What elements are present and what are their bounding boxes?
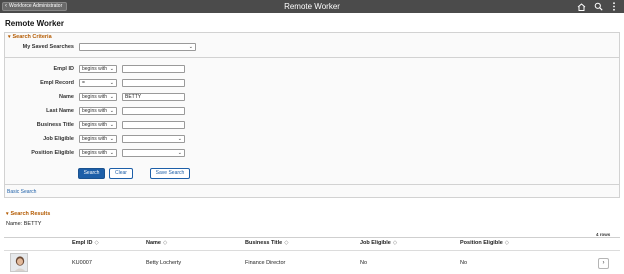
empl-record-operator[interactable]: = ⌄ [79,79,117,87]
sort-icon: ◇ [392,240,398,246]
saved-searches-select[interactable]: ⌄ [79,43,196,51]
column-header-business-title[interactable]: Business Title ◇ [245,240,288,246]
chevron-right-icon[interactable]: › [598,258,609,269]
job-eligible-select[interactable]: ⌄ [122,135,185,143]
job-eligible-operator-value: begins with [82,136,108,142]
search-button[interactable]: Search [78,168,105,179]
collapse-triangle-icon: ▾ [6,211,9,217]
criteria-bottom-divider [4,184,620,185]
cell-name: Betty Locherty [146,260,182,266]
sort-icon: ◇ [504,240,510,246]
chevron-down-icon: ⌄ [109,122,114,128]
business-title-label: Business Title [36,122,74,128]
column-header-label: Job Eligible [360,240,391,246]
more-vertical-icon[interactable] [609,2,619,11]
top-navigation-bar: ‹ Workforce Administrator Remote Worker [0,0,624,13]
position-eligible-select[interactable]: ⌄ [122,149,185,157]
name-operator-value: begins with [82,94,108,100]
empl-id-label: Empl ID [53,66,74,72]
column-header-position-eligible[interactable]: Position Eligible ◇ [460,240,509,246]
app-title: Remote Worker [284,2,340,11]
position-eligible-operator[interactable]: begins with ⌄ [79,149,117,157]
name-operator[interactable]: begins with ⌄ [79,93,117,101]
column-header-name[interactable]: Name ◇ [146,240,167,246]
criteria-divider [4,57,620,58]
home-icon[interactable] [576,2,586,11]
position-eligible-label: Position Eligible [31,150,74,156]
chevron-down-icon: ⌄ [109,80,114,86]
chevron-down-icon: ⌄ [109,136,114,142]
empl-record-operator-value: = [82,80,85,86]
last-name-label: Last Name [46,108,74,114]
last-name-operator[interactable]: begins with ⌄ [79,107,117,115]
sort-icon: ◇ [162,240,168,246]
results-header-divider [4,237,620,238]
results-filter-text: Name: BETTY [6,221,42,227]
business-title-input[interactable] [122,121,185,129]
name-label: Name [59,94,74,100]
sort-icon: ◇ [284,240,289,246]
sort-icon: ◇ [94,240,99,246]
search-criteria-header[interactable]: ▾ Search Criteria [8,34,52,40]
column-header-job-eligible[interactable]: Job Eligible ◇ [360,240,397,246]
name-input[interactable]: BETTY [122,93,185,101]
search-results-title: Search Results [10,211,51,217]
last-name-input[interactable] [122,107,185,115]
employee-photo [10,253,28,272]
chevron-down-icon: ⌄ [109,150,114,156]
chevron-down-icon: ⌄ [177,136,182,142]
empl-id-operator-value: begins with [82,66,108,72]
chevron-down-icon: ⌄ [109,94,114,100]
column-header-label: Empl ID [72,240,93,246]
table-row[interactable] [4,250,620,274]
job-eligible-label: Job Eligible [43,136,74,142]
job-eligible-operator[interactable]: begins with ⌄ [79,135,117,143]
empl-id-input[interactable] [122,65,185,73]
column-header-label: Business Title [245,240,283,246]
empl-record-input[interactable] [122,79,185,87]
basic-search-link[interactable]: Basic Search [7,189,36,195]
cell-empl-id: KU0007 [72,260,92,266]
position-eligible-operator-value: begins with [82,150,108,156]
column-header-label: Position Eligible [460,240,503,246]
chevron-down-icon: ⌄ [177,150,182,156]
clear-button[interactable]: Clear [109,168,133,179]
chevron-down-icon: ⌄ [109,66,114,72]
cell-position-eligible: No [460,260,468,266]
search-results-header[interactable]: ▾ Search Results [6,211,50,217]
search-icon[interactable] [593,2,603,11]
chevron-down-icon: ⌄ [188,44,193,50]
cell-job-eligible: No [360,260,368,266]
chevron-down-icon: ⌄ [109,108,114,114]
empl-id-operator[interactable]: begins with ⌄ [79,65,117,73]
business-title-operator-value: begins with [82,122,108,128]
search-criteria-title: Search Criteria [12,34,52,40]
column-header-empl-id[interactable]: Empl ID ◇ [72,240,99,246]
collapse-triangle-icon: ▾ [8,34,11,40]
column-header-label: Name [146,240,161,246]
cell-business-title: Finance Director [245,260,286,266]
empl-record-label: Empl Record [40,80,74,86]
save-search-button[interactable]: Save Search [150,168,190,179]
saved-searches-label: My Saved Searches [22,44,74,50]
business-title-operator[interactable]: begins with ⌄ [79,121,117,129]
last-name-operator-value: begins with [82,108,108,114]
page-title: Remote Worker [5,19,64,28]
